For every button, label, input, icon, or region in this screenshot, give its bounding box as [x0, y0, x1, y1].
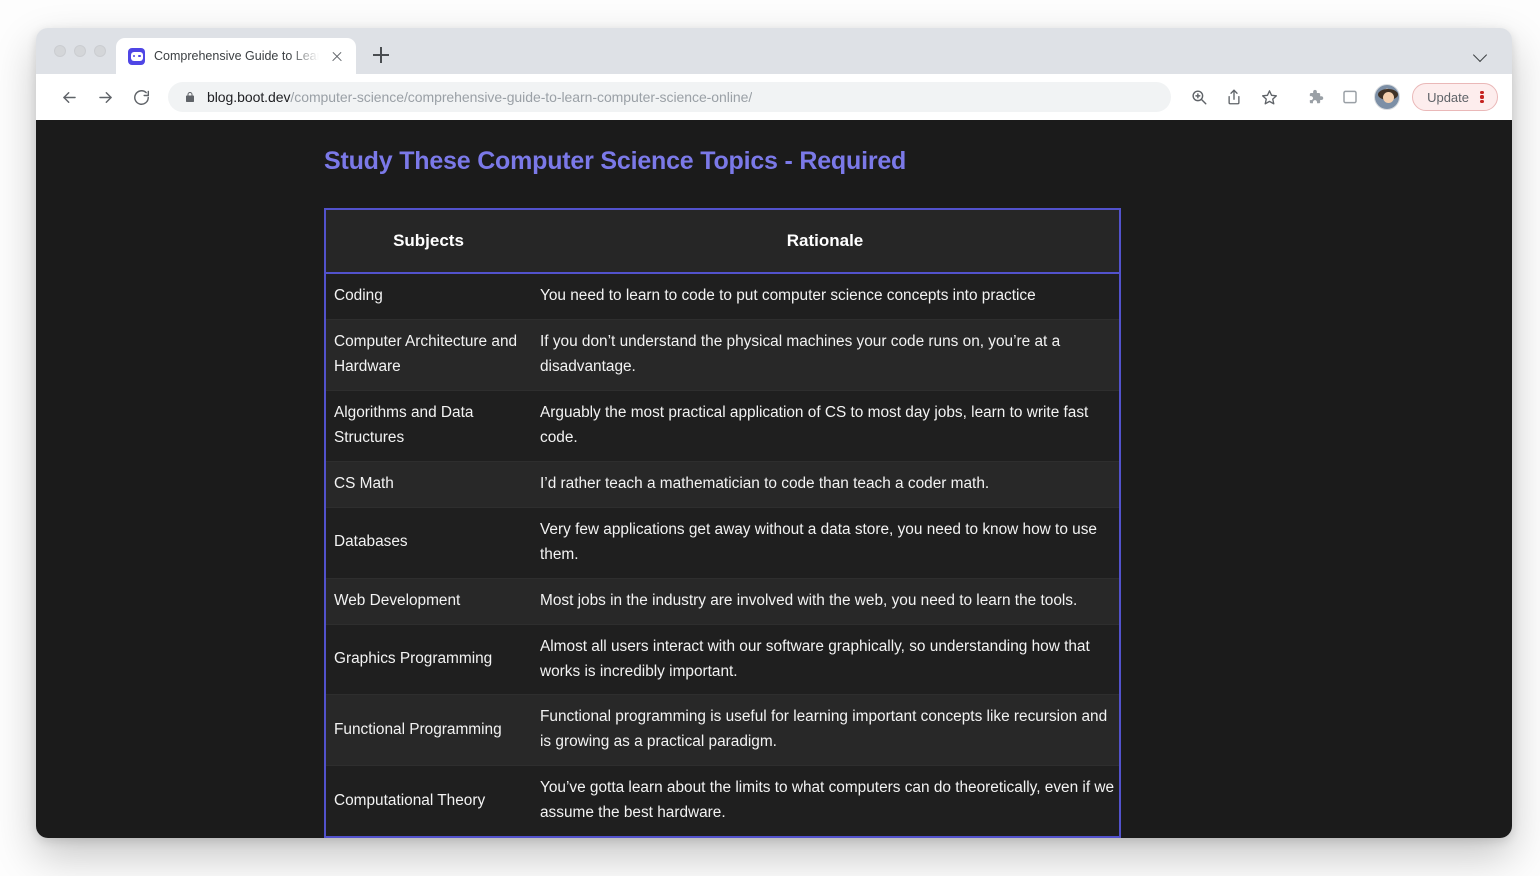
zoom-window-button[interactable] [94, 45, 106, 57]
cell-subject: Computational Theory [325, 766, 531, 837]
table-body: CodingYou need to learn to code to put c… [325, 273, 1120, 837]
cell-subject: Coding [325, 273, 531, 319]
table-row: Functional ProgrammingFunctional program… [325, 695, 1120, 766]
plus-icon[interactable] [364, 38, 398, 72]
arrow-left-icon[interactable] [52, 80, 86, 114]
cell-rationale: If you don’t understand the physical mac… [531, 319, 1120, 390]
table-row: Graphics ProgrammingAlmost all users int… [325, 624, 1120, 695]
cell-rationale: I’d rather teach a mathematician to code… [531, 461, 1120, 507]
column-header-subjects: Subjects [325, 209, 531, 273]
close-window-button[interactable] [54, 45, 66, 57]
table-row: Web DevelopmentMost jobs in the industry… [325, 578, 1120, 624]
url-text: blog.boot.dev/computer-science/comprehen… [207, 89, 752, 105]
update-button-label: Update [1427, 90, 1469, 105]
cell-subject: Databases [325, 507, 531, 578]
table-header-row: Subjects Rationale [325, 209, 1120, 273]
table-row: Computational TheoryYou’ve gotta learn a… [325, 766, 1120, 837]
zoom-search-icon[interactable] [1183, 81, 1215, 113]
kebab-menu-icon[interactable] [1475, 88, 1489, 106]
cell-subject: Algorithms and Data Structures [325, 390, 531, 461]
table-row: Computer Architecture and HardwareIf you… [325, 319, 1120, 390]
minimize-window-button[interactable] [74, 45, 86, 57]
cell-rationale: Most jobs in the industry are involved w… [531, 578, 1120, 624]
browser-tab[interactable]: Comprehensive Guide to Learn Computer Sc… [116, 38, 356, 74]
cell-rationale: Functional programming is useful for lea… [531, 695, 1120, 766]
cs-topics-table: Subjects Rationale CodingYou need to lea… [324, 208, 1121, 838]
update-button[interactable]: Update [1412, 83, 1498, 111]
arrow-right-icon[interactable] [88, 80, 122, 114]
table-header: Subjects Rationale [325, 209, 1120, 273]
cell-subject: Functional Programming [325, 695, 531, 766]
cell-rationale: You’ve gotta learn about the limits to w… [531, 766, 1120, 837]
reload-icon[interactable] [124, 80, 158, 114]
profile-avatar[interactable] [1374, 84, 1400, 110]
page-viewport: Study These Computer Science Topics - Re… [36, 120, 1512, 838]
cell-rationale: You need to learn to code to put compute… [531, 273, 1120, 319]
table-row: DatabasesVery few applications get away … [325, 507, 1120, 578]
cell-subject: Graphics Programming [325, 624, 531, 695]
screenshot-canvas: Comprehensive Guide to Learn Computer Sc… [0, 0, 1540, 876]
cell-subject: CS Math [325, 461, 531, 507]
browser-toolbar: blog.boot.dev/computer-science/comprehen… [36, 74, 1512, 120]
cell-subject: Web Development [325, 578, 531, 624]
column-header-rationale: Rationale [531, 209, 1120, 273]
bootdev-robot-favicon [128, 48, 145, 65]
table-row: CS MathI’d rather teach a mathematician … [325, 461, 1120, 507]
side-panel-icon[interactable] [1334, 81, 1366, 113]
browser-window: Comprehensive Guide to Learn Computer Sc… [36, 28, 1512, 838]
bookmark-star-icon[interactable] [1253, 81, 1285, 113]
cell-rationale: Almost all users interact with our softw… [531, 624, 1120, 695]
cell-subject: Computer Architecture and Hardware [325, 319, 531, 390]
tab-strip: Comprehensive Guide to Learn Computer Sc… [36, 28, 1512, 74]
window-traffic-lights [50, 28, 116, 74]
url-path: /computer-science/comprehensive-guide-to… [290, 89, 752, 105]
tab-title: Comprehensive Guide to Learn Computer Sc… [154, 49, 319, 63]
address-bar[interactable]: blog.boot.dev/computer-science/comprehen… [168, 82, 1171, 112]
url-host: blog.boot.dev [207, 89, 290, 105]
close-icon[interactable] [328, 47, 346, 65]
lock-icon [184, 90, 196, 104]
table-row: Algorithms and Data StructuresArguably t… [325, 390, 1120, 461]
extensions-puzzle-icon[interactable] [1299, 81, 1331, 113]
page-title: Study These Computer Science Topics - Re… [324, 147, 1512, 176]
toolbar-actions: Update [1183, 81, 1498, 113]
cell-rationale: Arguably the most practical application … [531, 390, 1120, 461]
share-icon[interactable] [1218, 81, 1250, 113]
cell-rationale: Very few applications get away without a… [531, 507, 1120, 578]
chevron-down-icon[interactable] [1470, 45, 1490, 65]
table-row: CodingYou need to learn to code to put c… [325, 273, 1120, 319]
